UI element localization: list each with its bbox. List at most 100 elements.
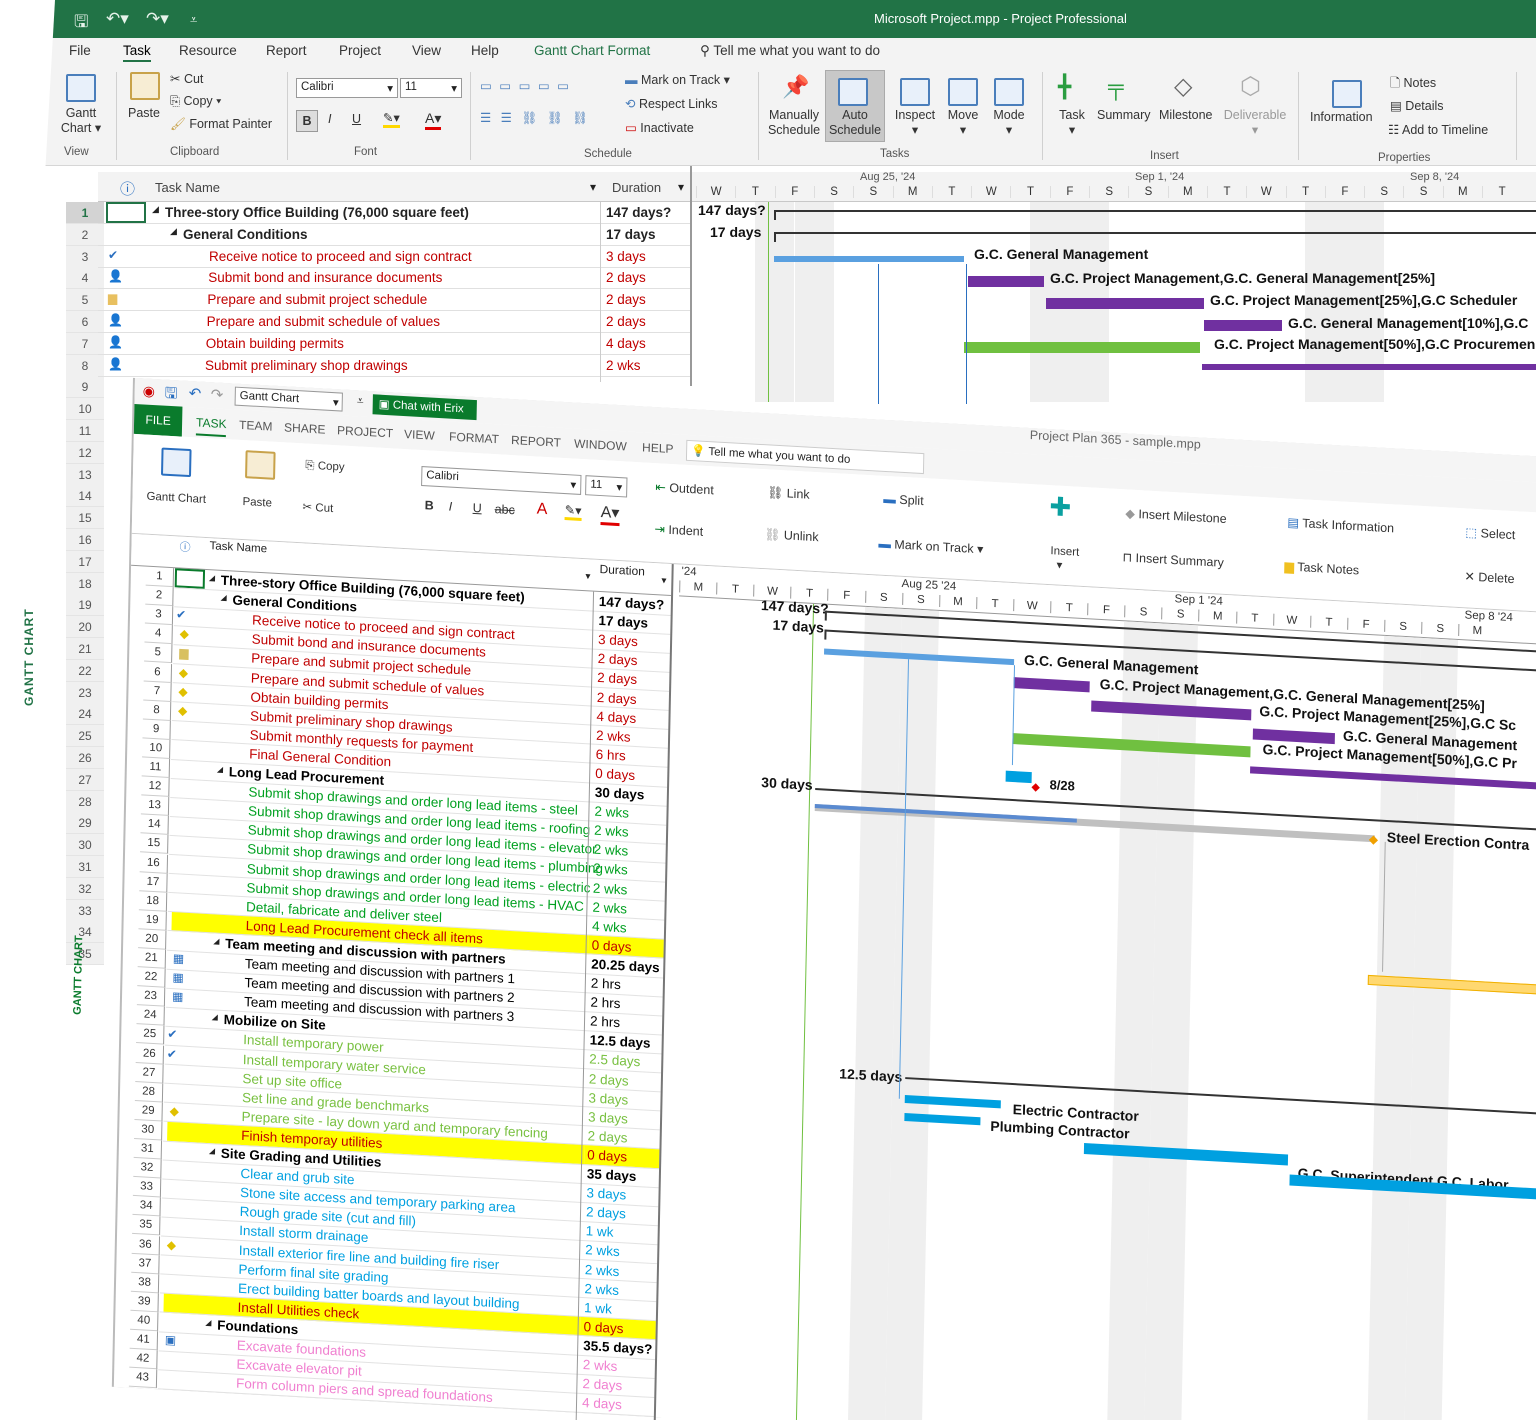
row-number[interactable]: 10 <box>142 738 171 759</box>
row-number[interactable]: 12 <box>141 776 170 798</box>
row-number[interactable]: 29 <box>66 812 104 835</box>
duration-cell[interactable]: 147 days? <box>606 202 671 224</box>
bold-button[interactable]: B <box>425 498 434 512</box>
row-number[interactable]: 28 <box>134 1081 164 1103</box>
row-number[interactable]: 3 <box>66 245 104 268</box>
row-number[interactable]: 7 <box>66 332 104 355</box>
view-select[interactable]: Gantt Chart ▾ <box>234 386 343 412</box>
row-number[interactable]: 32 <box>133 1158 162 1179</box>
collapse-icon[interactable]: ◢ <box>217 765 223 774</box>
row-number[interactable]: 36 <box>131 1234 161 1255</box>
tell-me-search[interactable]: ⚲ Tell me what you want to do <box>700 43 880 59</box>
copy-button[interactable]: ⎘ Copy ▾ <box>170 94 221 109</box>
sort-icon[interactable]: ▾ <box>661 575 666 586</box>
duration-cell[interactable]: 4 days <box>606 333 646 355</box>
row-number[interactable]: 31 <box>66 856 104 878</box>
tab-gantt-chart-format[interactable]: Gantt Chart Format <box>534 43 650 58</box>
insert-summary-button[interactable]: Summary <box>1097 108 1150 122</box>
highlight-color-icon[interactable]: ✎▾ <box>383 110 400 128</box>
mark-on-track-button[interactable]: ▬ Mark on Track ▾ <box>625 72 730 87</box>
task-bar[interactable] <box>1204 320 1282 331</box>
sort-icon[interactable]: ▾ <box>585 571 590 582</box>
menu-window[interactable]: WINDOW <box>574 437 627 454</box>
task-bar[interactable] <box>774 256 964 262</box>
row-number[interactable]: 42 <box>129 1348 158 1370</box>
row-number[interactable]: 13 <box>66 463 104 486</box>
row-number[interactable]: 43 <box>128 1367 158 1389</box>
row-number[interactable]: 34 <box>132 1196 161 1217</box>
tab-resource[interactable]: Resource <box>179 43 237 58</box>
duration-header[interactable]: Duration <box>612 180 661 195</box>
italic-button[interactable]: I <box>449 500 453 514</box>
font-color-icon[interactable]: A▾ <box>425 110 442 130</box>
task-name-cell[interactable]: Prepare and submit project schedule <box>207 289 427 311</box>
font-color-icon[interactable]: A▾ <box>600 502 620 527</box>
underline-button[interactable]: U <box>473 501 482 515</box>
row-number[interactable]: 15 <box>66 507 104 530</box>
customize-toolbar-icon[interactable]: ⩡ <box>357 393 364 408</box>
row-number[interactable]: 8 <box>142 700 172 721</box>
row-number[interactable]: 18 <box>66 572 104 595</box>
row-number[interactable]: 1 <box>66 202 104 224</box>
row-number[interactable]: 10 <box>66 398 104 421</box>
selected-cell[interactable] <box>174 568 206 589</box>
delete-button[interactable]: ✕ Delete <box>1464 568 1514 586</box>
row-number[interactable]: 26 <box>66 747 104 769</box>
insert-task-button[interactable]: Task ▾ <box>1052 108 1092 138</box>
information-button[interactable]: Information <box>1310 110 1373 124</box>
menu-format[interactable]: FORMAT <box>449 430 499 447</box>
notes-button[interactable]: 🗋 Notes <box>1390 74 1436 95</box>
row-number[interactable]: 12 <box>66 441 104 464</box>
row-number[interactable]: 5 <box>66 289 104 312</box>
row-number[interactable]: 4 <box>144 623 173 645</box>
collapse-icon[interactable]: ◢ <box>220 593 226 602</box>
row-number[interactable]: 30 <box>134 1119 163 1141</box>
row-number[interactable]: 18 <box>138 890 168 912</box>
row-number[interactable]: 2 <box>145 585 174 607</box>
row-number[interactable]: 25 <box>136 1024 165 1046</box>
row-number[interactable]: 29 <box>134 1100 163 1122</box>
percent-complete-icons[interactable]: ▭ ▭ ▭ ▭ ▭ <box>480 78 571 93</box>
redo-icon[interactable]: ↷▾ <box>146 9 169 29</box>
split-button[interactable]: ▬ Split <box>883 492 924 508</box>
undo-icon[interactable]: ↶▾ <box>106 9 129 29</box>
tab-help[interactable]: Help <box>471 43 499 58</box>
unlink-button[interactable]: ⛓ Unlink <box>764 527 818 545</box>
duration-cell[interactable]: 2 days <box>606 311 646 333</box>
insert-milestone-button[interactable]: Milestone <box>1159 108 1213 122</box>
row-number[interactable]: 14 <box>140 814 169 836</box>
row-number[interactable]: 30 <box>66 834 104 857</box>
strikethrough-button[interactable]: abc <box>495 502 515 517</box>
cut-button[interactable]: ✂ Cut <box>170 71 203 86</box>
row-number[interactable]: 40 <box>130 1310 159 1332</box>
collapse-icon[interactable]: ◢ <box>213 936 219 945</box>
format-painter-button[interactable]: 🖌 Format Painter <box>170 117 272 132</box>
menu-share[interactable]: SHARE <box>284 420 326 436</box>
duration-cell[interactable]: 2 days <box>606 267 646 289</box>
tab-task[interactable]: Task <box>123 43 151 62</box>
row-number[interactable]: 33 <box>132 1177 162 1198</box>
indent-link-icons[interactable]: ☰ ☰ ⛓ ⛓ ⛓ <box>480 110 591 126</box>
row-number[interactable]: 14 <box>66 485 104 508</box>
row-number[interactable]: 6 <box>143 662 173 683</box>
font-size-select[interactable]: 11 ▾ <box>400 78 462 98</box>
task-notes-button[interactable]: ▆ Task Notes <box>1284 558 1359 577</box>
row-number[interactable]: 15 <box>140 833 169 855</box>
task-name-cell[interactable]: Prepare and submit schedule of values <box>207 311 440 333</box>
task-bar[interactable] <box>1005 770 1032 784</box>
menu-view[interactable]: VIEW <box>404 427 435 443</box>
row-number[interactable]: 9 <box>66 376 104 399</box>
task-name-cell[interactable]: Submit bond and insurance documents <box>208 267 442 289</box>
row-number[interactable]: 11 <box>141 757 171 779</box>
row-number[interactable]: 23 <box>136 986 166 1007</box>
cut-button[interactable]: ✂ Cut <box>302 499 333 515</box>
row-number[interactable]: 33 <box>66 899 104 922</box>
outdent-button[interactable]: ⇤ Outdent <box>655 479 714 497</box>
row-number[interactable]: 35 <box>132 1215 161 1236</box>
redo-icon[interactable]: ↷ <box>211 385 224 404</box>
clear-format-icon[interactable]: A <box>537 500 548 519</box>
duration-cell[interactable]: 2 wks <box>606 355 641 377</box>
row-number[interactable]: 5 <box>144 642 173 664</box>
collapse-icon[interactable]: ◢ <box>209 1146 215 1155</box>
mode-button[interactable]: Mode ▾ <box>986 108 1032 138</box>
